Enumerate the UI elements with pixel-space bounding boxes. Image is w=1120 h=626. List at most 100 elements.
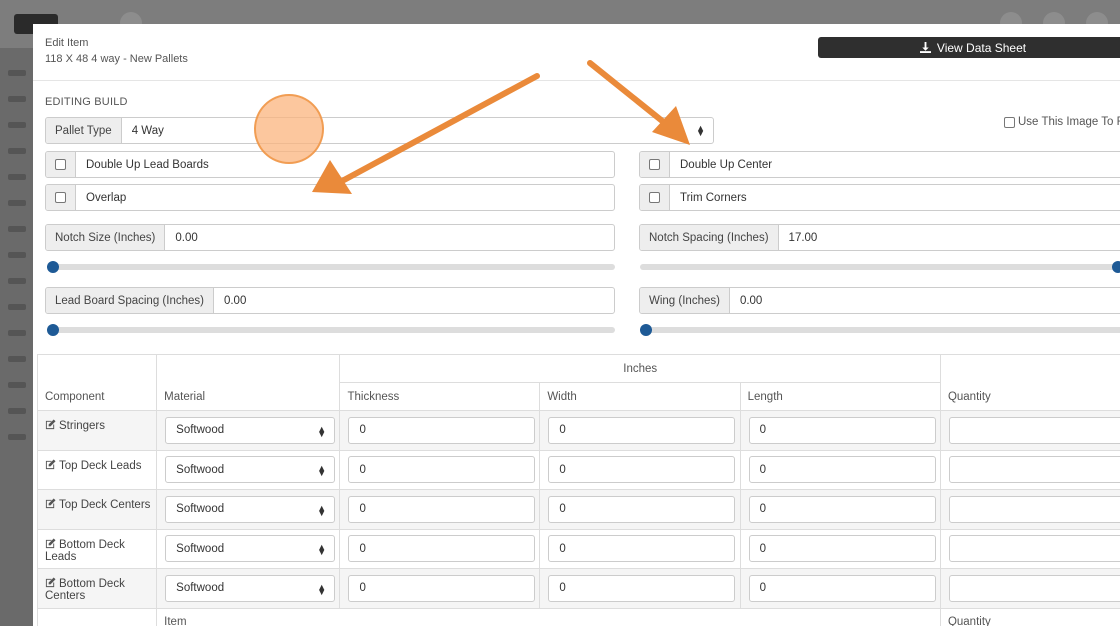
footer-quantity-header: Quantity — [939, 607, 1120, 626]
double-up-lead-boards-label: Double Up Lead Boards — [86, 158, 209, 171]
use-image-option[interactable]: Use This Image To Re — [1004, 116, 1120, 128]
notch-spacing-slider-handle[interactable] — [1112, 261, 1120, 273]
thickness-input[interactable]: 0 — [348, 495, 536, 523]
double-up-center-label: Double Up Center — [680, 158, 773, 171]
material-value: Softwood — [176, 503, 225, 516]
item-name: 118 X 48 4 way - New Pallets — [45, 53, 188, 65]
edit-icon[interactable] — [45, 458, 56, 470]
lead-board-spacing-input-group: Lead Board Spacing (Inches) 0.00 — [45, 287, 615, 314]
select-arrows-icon: ▲ ▼ — [317, 502, 327, 518]
length-input[interactable]: 0 — [748, 535, 936, 563]
double-up-lead-boards-option[interactable]: Double Up Lead Boards — [45, 151, 615, 178]
pallet-type-select[interactable]: Pallet Type 4 Way ▲ ▼ — [45, 117, 714, 144]
material-value: Softwood — [176, 424, 225, 437]
edit-icon[interactable] — [45, 577, 56, 588]
select-arrows-icon: ▲ ▼ — [696, 123, 705, 138]
wing-input-group: Wing (Inches) 0.00 — [639, 287, 1120, 314]
quantity-input[interactable] — [948, 416, 1120, 444]
width-column-header: Width — [539, 382, 741, 411]
width-input[interactable]: 0 — [548, 495, 736, 523]
background-sidebar — [0, 48, 33, 626]
trim-corners-checkbox[interactable] — [649, 192, 660, 203]
item-column-header: Item — [156, 607, 941, 626]
components-table: Component Material Inches Quantity Thick… — [36, 354, 1120, 626]
thickness-input[interactable]: 0 — [348, 456, 536, 484]
section-title: EDITING BUILD — [45, 96, 128, 108]
click-highlight-circle — [254, 94, 324, 164]
material-select[interactable]: Softwood ▲ ▼ — [165, 495, 336, 523]
quantity-column-header: Quantity — [939, 354, 1120, 411]
notch-spacing-input-group: Notch Spacing (Inches) 17.00 — [639, 224, 1120, 251]
thickness-input[interactable]: 0 — [348, 535, 536, 563]
material-select[interactable]: Softwood ▲ ▼ — [165, 416, 336, 444]
pallet-type-label: Pallet Type — [46, 118, 122, 143]
wing-slider[interactable] — [640, 324, 1120, 336]
material-value: Softwood — [176, 463, 225, 476]
use-image-checkbox[interactable] — [1004, 116, 1015, 128]
download-icon — [919, 42, 931, 53]
notch-size-slider-handle[interactable] — [47, 261, 59, 273]
length-column-header: Length — [739, 382, 941, 411]
wing-slider-handle[interactable] — [640, 324, 652, 336]
material-value: Softwood — [176, 542, 225, 555]
component-column-header: Component — [36, 354, 158, 411]
wing-label: Wing (Inches) — [640, 288, 730, 313]
notch-spacing-input[interactable]: 17.00 — [779, 225, 1120, 250]
length-input[interactable]: 0 — [748, 416, 936, 444]
lead-board-spacing-slider[interactable] — [47, 324, 615, 336]
material-value: Softwood — [176, 582, 225, 595]
edit-icon[interactable] — [45, 419, 56, 430]
trim-corners-option[interactable]: Trim Corners — [639, 184, 1120, 211]
notch-spacing-label: Notch Spacing (Inches) — [640, 225, 779, 250]
double-up-center-checkbox[interactable] — [649, 159, 660, 170]
edit-icon[interactable] — [45, 498, 56, 509]
view-data-sheet-label: View Data Sheet — [936, 40, 1027, 55]
overlap-option[interactable]: Overlap — [45, 184, 615, 211]
select-arrows-icon: ▲ ▼ — [317, 542, 327, 558]
length-input[interactable]: 0 — [748, 574, 936, 602]
notch-size-label: Notch Size (Inches) — [46, 225, 166, 250]
double-up-center-option[interactable]: Double Up Center — [639, 151, 1120, 178]
modal-header: Edit Item 118 X 48 4 way - New Pallets V… — [33, 24, 1120, 81]
notch-size-input[interactable]: 0.00 — [165, 225, 614, 250]
lead-board-spacing-slider-handle[interactable] — [47, 324, 59, 336]
edit-item-modal: Edit Item 118 X 48 4 way - New Pallets V… — [33, 24, 1120, 626]
width-input[interactable]: 0 — [548, 456, 736, 484]
length-input[interactable]: 0 — [748, 456, 936, 484]
notch-spacing-slider[interactable] — [640, 261, 1120, 273]
width-input[interactable]: 0 — [548, 574, 736, 602]
material-select[interactable]: Softwood ▲ ▼ — [165, 456, 336, 484]
select-arrows-icon: ▲ ▼ — [317, 581, 327, 597]
trim-corners-label: Trim Corners — [680, 191, 747, 204]
quantity-input[interactable] — [948, 574, 1120, 602]
thickness-input[interactable]: 0 — [348, 416, 536, 444]
quantity-input[interactable] — [948, 495, 1120, 523]
width-input[interactable]: 0 — [548, 416, 736, 444]
component-name: Bottom Deck Leads — [45, 538, 125, 563]
lead-board-spacing-input[interactable]: 0.00 — [214, 288, 614, 313]
notch-size-slider[interactable] — [47, 261, 615, 273]
material-select[interactable]: Softwood ▲ ▼ — [165, 574, 336, 602]
view-data-sheet-button[interactable]: View Data Sheet — [818, 37, 1120, 58]
material-column-header: Material — [156, 354, 341, 411]
quantity-input[interactable] — [948, 456, 1120, 484]
component-name: Bottom Deck Centers — [45, 578, 125, 602]
thickness-column-header: Thickness — [339, 382, 541, 411]
double-up-lead-boards-checkbox[interactable] — [55, 159, 66, 170]
modal-title: Edit Item — [45, 37, 89, 49]
table-row: Bottom Deck Centers Softwood ▲ ▼ 0 0 0 — [36, 568, 1120, 609]
table-row: Top Deck Leads Softwood ▲ ▼ 0 0 0 — [36, 449, 1120, 490]
use-image-label: Use This Image To Re — [1018, 116, 1120, 128]
component-name: Stringers — [59, 420, 106, 432]
notch-size-input-group: Notch Size (Inches) 0.00 — [45, 224, 615, 251]
length-input[interactable]: 0 — [748, 495, 936, 523]
material-select[interactable]: Softwood ▲ ▼ — [165, 535, 336, 563]
overlap-checkbox[interactable] — [55, 192, 66, 203]
width-input[interactable]: 0 — [548, 535, 736, 563]
quantity-input[interactable] — [948, 535, 1120, 563]
edit-icon[interactable] — [45, 537, 56, 549]
overlap-label: Overlap — [86, 191, 127, 204]
thickness-input[interactable]: 0 — [348, 574, 536, 602]
wing-input[interactable]: 0.00 — [730, 288, 1120, 313]
pallet-type-value: 4 Way — [131, 124, 164, 137]
